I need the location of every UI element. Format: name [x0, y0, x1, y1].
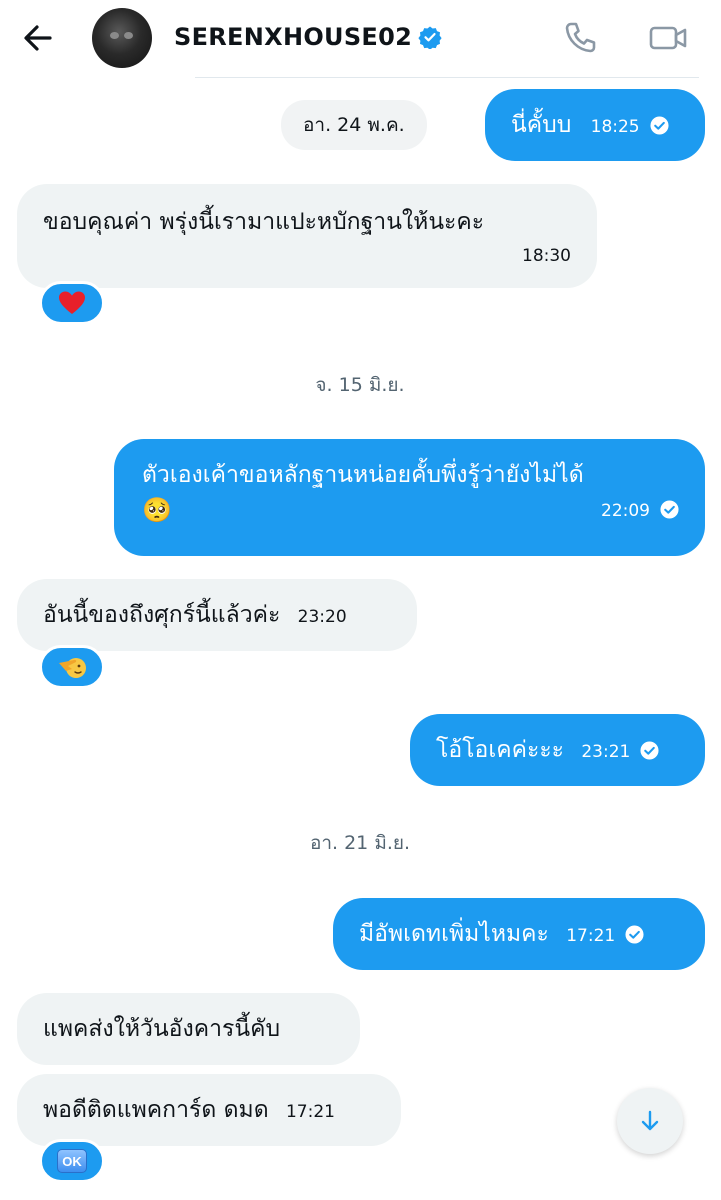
contact-name: SERENXHOUSE02 — [174, 23, 413, 51]
message-text: มีอัพเดทเพิ่มไหมคะ — [359, 921, 549, 947]
message-text: ขอบคุณค่า พรุ่งนี้เรามาแปะหบักฐานให้นะคะ — [43, 209, 485, 235]
ok-button-icon: OK — [57, 1149, 87, 1173]
reaction-badge[interactable] — [39, 281, 105, 325]
message-text: โอ้โอเคค่ะะะ — [436, 737, 565, 763]
reaction-badge[interactable]: OK — [39, 1139, 105, 1183]
header-divider — [195, 77, 699, 78]
message-time: 23:21 — [581, 742, 631, 762]
phone-icon[interactable] — [560, 18, 600, 58]
pleading-face-emoji: 🥺 — [142, 496, 172, 524]
video-call-icon[interactable] — [648, 18, 688, 58]
incoming-message[interactable]: พอดีติดแพคการ์ด ดมด 17:21 — [17, 1074, 401, 1146]
outgoing-message[interactable]: มีอัพเดทเพิ่มไหมคะ 17:21 — [333, 898, 705, 970]
seen-check-icon — [625, 925, 644, 944]
message-time: 18:30 — [522, 246, 571, 266]
message-text: พอดีติดแพคการ์ด ดมด — [43, 1097, 269, 1123]
date-label: อา. 21 มิ.ย. — [309, 832, 411, 854]
scroll-to-bottom-button[interactable] — [617, 1088, 683, 1154]
message-time: 22:09 — [601, 501, 650, 521]
back-arrow-icon[interactable] — [18, 18, 58, 58]
message-time: 18:25 — [590, 117, 640, 137]
message-time: 23:20 — [297, 607, 347, 627]
message-text: อันนี้ของถึงศุกร์นี้แล้วค่ะ — [43, 602, 281, 628]
heart-icon — [59, 291, 85, 314]
message-time: 17:21 — [566, 926, 616, 946]
arrow-down-icon — [641, 1110, 659, 1131]
verified-badge-icon — [418, 26, 442, 49]
seen-check-icon — [660, 500, 679, 519]
salute-face-icon — [59, 658, 86, 678]
seen-check-icon — [650, 116, 669, 135]
message-text: ตัวเองเค้าขอหลักฐานหน่อยคั้บพึ่งรู้ว่ายั… — [142, 462, 584, 488]
message-time: 17:21 — [285, 1102, 335, 1122]
reaction-badge[interactable] — [39, 645, 105, 689]
date-separator: จ. 15 มิ.ย. — [250, 370, 470, 400]
date-separator: อา. 24 พ.ค. — [281, 100, 427, 150]
seen-check-icon — [640, 741, 659, 760]
message-text: แพคส่งให้วันอังคารนี้คับ — [43, 1016, 281, 1042]
incoming-message[interactable]: ขอบคุณค่า พรุ่งนี้เรามาแปะหบักฐานให้นะคะ… — [17, 184, 597, 288]
incoming-message[interactable]: อันนี้ของถึงศุกร์นี้แล้วค่ะ 23:20 — [17, 579, 417, 651]
outgoing-message[interactable]: ตัวเองเค้าขอหลักฐานหน่อยคั้บพึ่งรู้ว่ายั… — [114, 439, 705, 556]
date-label: อา. 24 พ.ค. — [281, 100, 427, 150]
date-separator: อา. 21 มิ.ย. — [250, 828, 470, 858]
outgoing-message[interactable]: โอ้โอเคค่ะะะ 23:21 — [410, 714, 705, 786]
incoming-message[interactable]: แพคส่งให้วันอังคารนี้คับ — [17, 993, 360, 1065]
contact-avatar[interactable] — [92, 8, 152, 68]
contact-name-group[interactable]: SERENXHOUSE02 — [174, 22, 442, 52]
date-label: จ. 15 มิ.ย. — [315, 374, 405, 396]
outgoing-message[interactable]: นี่คั้บบ 18:25 — [485, 89, 705, 161]
message-text: นี่คั้บบ — [511, 112, 572, 138]
conversation-header: SERENXHOUSE02 — [0, 0, 721, 78]
